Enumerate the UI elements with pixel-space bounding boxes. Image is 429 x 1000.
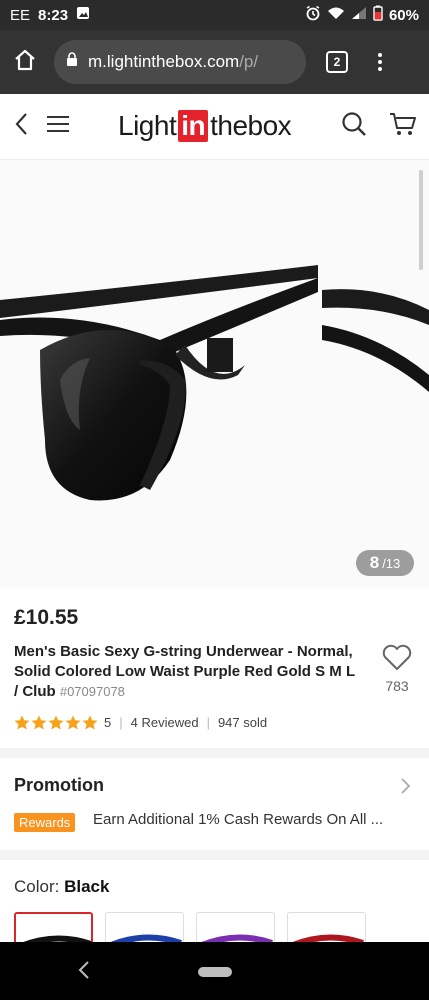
battery-icon <box>373 5 383 25</box>
rewards-badge: Rewards <box>14 813 76 832</box>
url-text: m.lightinthebox.com <box>88 52 240 71</box>
review-count[interactable]: 4 Reviewed <box>131 715 199 730</box>
color-selected-value: Black <box>64 877 110 896</box>
system-home-pill[interactable] <box>198 967 232 977</box>
color-label: Color: Black <box>14 877 109 897</box>
rating-row[interactable]: 5 | 4 Reviewed | 947 sold <box>14 715 267 730</box>
lock-icon <box>66 52 78 72</box>
hamburger-menu-icon[interactable] <box>46 114 70 139</box>
product-sku: #07097078 <box>59 684 125 699</box>
logo-text-thebox: thebox <box>210 110 292 141</box>
address-bar[interactable]: m.lightinthebox.com/p/ <box>54 40 306 84</box>
star-icon <box>48 715 64 730</box>
star-icon <box>31 715 47 730</box>
star-icon <box>14 715 30 730</box>
favorite-count: 783 <box>385 678 409 694</box>
system-navigation-bar <box>0 942 429 1000</box>
wifi-icon <box>327 6 345 24</box>
rewards-text[interactable]: Earn Additional 1% Cash Rewards On All .… <box>93 811 413 828</box>
product-title-block: Men's Basic Sexy G-string Underwear - No… <box>14 642 356 702</box>
favorite-button[interactable]: 783 <box>382 644 412 694</box>
product-image <box>0 265 429 501</box>
image-total: /13 <box>382 555 401 571</box>
product-image-gallery[interactable] <box>0 160 429 588</box>
heart-icon <box>382 644 412 676</box>
section-divider <box>0 748 429 758</box>
sold-count: 947 sold <box>217 715 268 730</box>
chevron-right-icon[interactable] <box>400 777 412 800</box>
browser-toolbar: m.lightinthebox.com/p/ 2 <box>0 30 429 94</box>
tab-switcher-button[interactable]: 2 <box>326 51 348 73</box>
url-path: /p/ <box>239 52 259 71</box>
section-divider <box>0 850 429 860</box>
search-icon[interactable] <box>341 111 367 142</box>
cart-icon[interactable] <box>389 111 417 142</box>
back-icon[interactable] <box>12 111 32 142</box>
home-icon[interactable] <box>12 47 38 78</box>
image-current-index: 8 <box>369 553 380 572</box>
image-counter-badge: 8/13 <box>356 550 414 576</box>
color-label-prefix: Color: <box>14 877 65 896</box>
divider: | <box>119 715 123 730</box>
signal-icon <box>351 6 367 24</box>
alarm-icon <box>305 5 321 25</box>
logo-text-in: in <box>178 110 209 142</box>
site-header: Light in thebox <box>0 94 429 160</box>
image-notification-icon <box>76 6 90 24</box>
browser-menu-icon[interactable] <box>378 53 382 71</box>
star-rating <box>14 715 98 730</box>
clock: 8:23 <box>38 6 69 24</box>
product-price: £10.55 <box>14 606 79 629</box>
status-bar: EE 8:23 60% <box>0 0 429 30</box>
star-icon <box>65 715 81 730</box>
star-icon <box>82 715 98 730</box>
promotion-title[interactable]: Promotion <box>14 775 104 796</box>
rating-value: 5 <box>104 715 112 730</box>
site-logo[interactable]: Light in thebox <box>118 110 292 142</box>
divider: | <box>206 715 210 730</box>
carrier-label: EE <box>10 6 31 24</box>
logo-text-light: Light <box>118 110 177 141</box>
scrollbar[interactable] <box>419 170 423 270</box>
system-back-icon[interactable] <box>78 960 90 985</box>
battery-level: 60% <box>388 6 419 24</box>
